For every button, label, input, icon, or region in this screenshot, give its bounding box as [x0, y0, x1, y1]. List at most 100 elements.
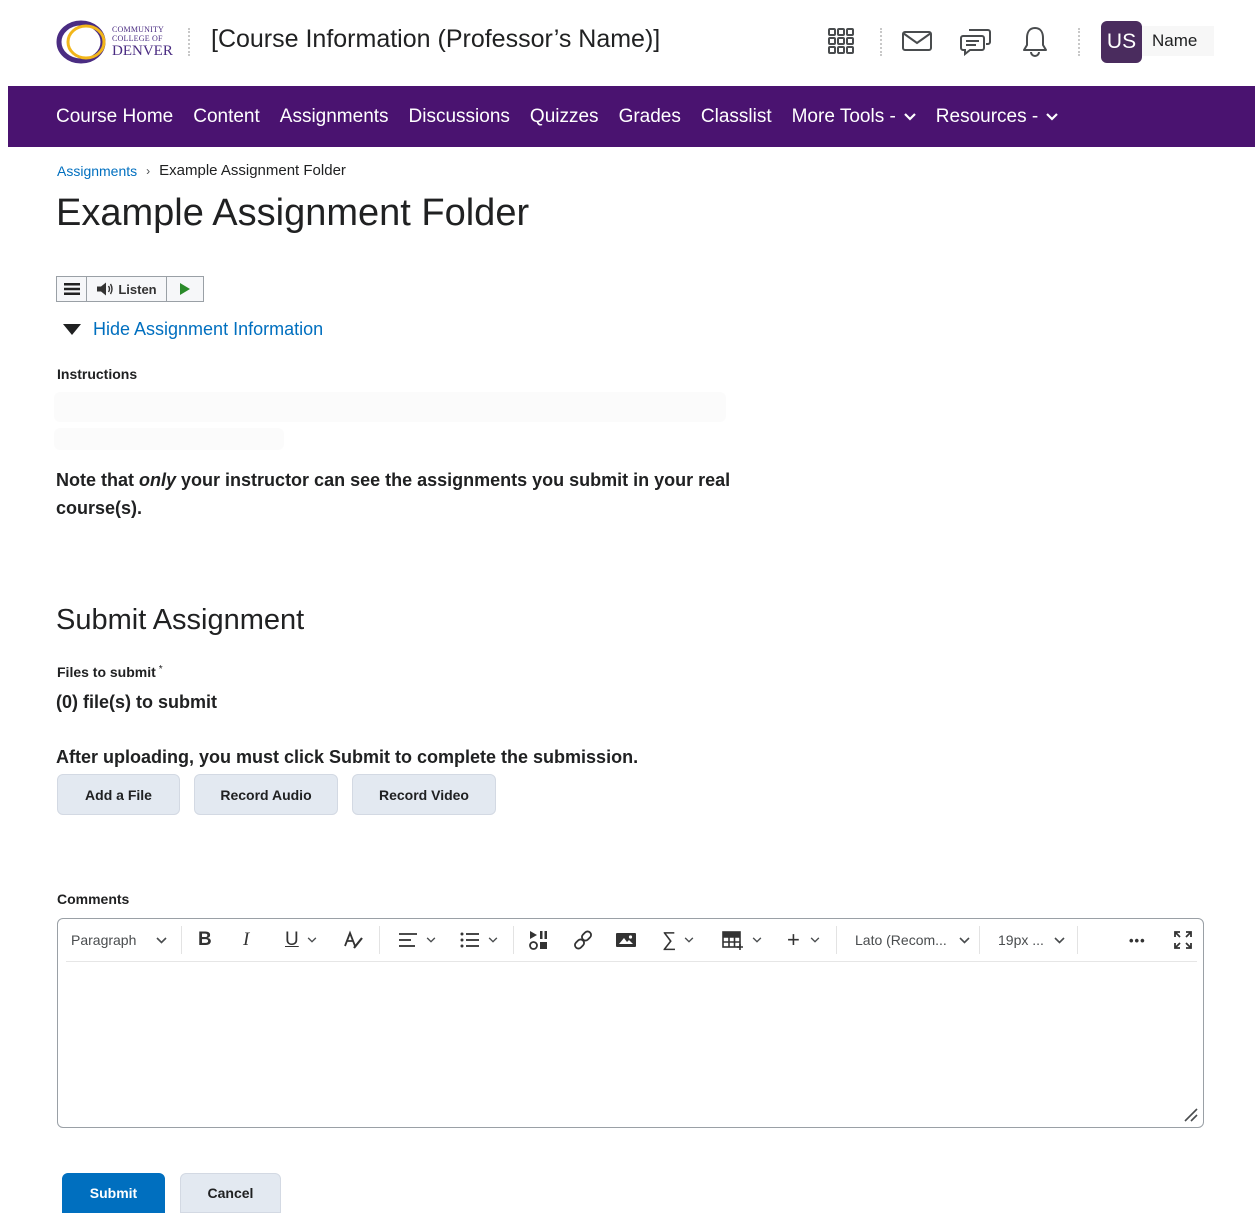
- hide-assignment-info-toggle[interactable]: Hide Assignment Information: [63, 319, 323, 340]
- nav-label: Assignments: [279, 105, 389, 127]
- underline-dropdown[interactable]: U: [285, 927, 317, 953]
- insert-dropdown[interactable]: +: [787, 927, 820, 953]
- italic-icon[interactable]: I: [243, 927, 249, 953]
- cancel-button[interactable]: Cancel: [180, 1173, 281, 1213]
- font-size-label: 19px ...: [998, 932, 1044, 948]
- chevron-down-icon: [1046, 112, 1058, 121]
- nav-resources[interactable]: Resources -: [936, 106, 1058, 128]
- chat-icon[interactable]: [959, 24, 993, 58]
- logo-line-3: DENVER: [112, 43, 173, 59]
- nav-content[interactable]: Content: [193, 106, 260, 128]
- nav-label: Course Home: [56, 105, 174, 127]
- logo-line-2: COLLEGE OF: [112, 34, 163, 43]
- link-icon[interactable]: [572, 927, 594, 953]
- logo-mark-icon: [56, 20, 106, 64]
- bell-icon[interactable]: [1018, 24, 1052, 58]
- resize-handle-icon[interactable]: [1183, 1107, 1199, 1123]
- required-marker: *: [158, 664, 163, 675]
- breadcrumb-assignments-link[interactable]: Assignments: [57, 163, 137, 179]
- comments-label: Comments: [57, 891, 130, 907]
- chevron-down-icon: [684, 937, 694, 943]
- list-dropdown[interactable]: [460, 927, 498, 953]
- paragraph-label: Paragraph: [71, 932, 137, 948]
- toolbar-separator: [836, 926, 837, 954]
- files-label-text: Files to submit: [57, 664, 156, 680]
- listen-button[interactable]: Listen: [87, 277, 167, 301]
- nav-classlist[interactable]: Classlist: [701, 106, 772, 128]
- header-divider: [1078, 28, 1080, 56]
- align-left-icon: [399, 933, 417, 947]
- chevron-down-icon: [307, 937, 317, 943]
- toggle-label: Hide Assignment Information: [93, 319, 324, 339]
- table-dropdown[interactable]: [722, 927, 762, 953]
- nav-label: Grades: [618, 105, 681, 127]
- files-count: (0) file(s) to submit: [56, 692, 217, 712]
- breadcrumb-separator: ›: [146, 163, 151, 178]
- toolbar-separator: [513, 926, 514, 954]
- note-prefix: Note that: [56, 470, 134, 490]
- nav-label: More Tools -: [791, 105, 896, 127]
- submit-assignment-heading: Submit Assignment: [56, 604, 305, 636]
- font-size-dropdown[interactable]: 19px ...: [998, 927, 1065, 953]
- toolbar-separator: [1077, 926, 1078, 954]
- nav-grades[interactable]: Grades: [619, 106, 681, 128]
- nav-more-tools[interactable]: More Tools -: [792, 106, 916, 128]
- align-dropdown[interactable]: [398, 927, 436, 953]
- nav-quizzes[interactable]: Quizzes: [530, 106, 599, 128]
- nav-discussions[interactable]: Discussions: [409, 106, 510, 128]
- nav-label: Quizzes: [529, 105, 599, 127]
- chevron-down-icon: [959, 936, 970, 944]
- nav-course-home[interactable]: Course Home: [56, 106, 173, 128]
- user-name[interactable]: Name: [1142, 26, 1214, 56]
- header-divider: [188, 28, 190, 56]
- play-button[interactable]: [167, 277, 203, 301]
- chevron-down-icon: [904, 112, 916, 121]
- record-video-button[interactable]: Record Video: [352, 774, 496, 815]
- nav-assignments[interactable]: Assignments: [280, 106, 389, 128]
- table-icon: [722, 931, 743, 950]
- listen-label: Listen: [118, 281, 157, 297]
- insert-stuff-icon[interactable]: [528, 927, 550, 953]
- toolbar-separator: [181, 926, 182, 954]
- nav-label: Classlist: [700, 105, 772, 127]
- note-emphasis: only: [139, 470, 177, 490]
- comments-editor: Paragraph B I U ∑ + Lato (Recom... 19px …: [57, 918, 1204, 1128]
- instructor-note: Note that only your instructor can see t…: [56, 466, 756, 522]
- fullscreen-icon[interactable]: [1173, 927, 1193, 953]
- comments-text-area[interactable]: [58, 962, 1203, 1126]
- add-file-button[interactable]: Add a File: [57, 774, 180, 815]
- image-icon[interactable]: [615, 927, 637, 953]
- course-title[interactable]: [Course Information (Professor’s Name)]: [211, 25, 660, 54]
- underline-icon: U: [285, 929, 299, 950]
- top-header: COMMUNITY COLLEGE OF DENVER [Course Info…: [0, 0, 1255, 86]
- font-family-label: Lato (Recom...: [855, 932, 947, 948]
- files-to-submit-label: Files to submit *: [57, 664, 163, 680]
- instructions-placeholder: [54, 428, 284, 450]
- text-color-icon[interactable]: [343, 927, 365, 953]
- chevron-down-icon: [1054, 936, 1065, 944]
- grid-icon[interactable]: [824, 24, 858, 58]
- header-divider: [880, 28, 882, 56]
- nav-label: Content: [193, 105, 260, 127]
- breadcrumb: Assignments › Example Assignment Folder: [57, 162, 346, 179]
- font-family-dropdown[interactable]: Lato (Recom...: [855, 927, 970, 953]
- paragraph-format-dropdown[interactable]: Paragraph: [71, 927, 167, 953]
- chevron-down-icon: [752, 937, 762, 943]
- avatar[interactable]: US: [1101, 21, 1142, 63]
- college-logo[interactable]: COMMUNITY COLLEGE OF DENVER: [56, 20, 173, 64]
- read-aloud-bar: Listen: [56, 276, 204, 302]
- logo-line-1: COMMUNITY: [112, 25, 165, 34]
- hamburger-menu-icon: [63, 283, 80, 295]
- record-audio-button[interactable]: Record Audio: [194, 774, 338, 815]
- nav-label: Discussions: [408, 105, 510, 127]
- equation-dropdown[interactable]: ∑: [662, 927, 694, 953]
- read-aloud-menu-button[interactable]: [57, 277, 87, 301]
- more-actions-icon[interactable]: •••: [1129, 927, 1146, 953]
- mail-icon[interactable]: [900, 24, 934, 58]
- bold-icon[interactable]: B: [198, 927, 212, 953]
- speaker-icon: [97, 282, 114, 296]
- submit-button[interactable]: Submit: [62, 1173, 165, 1213]
- toolbar-separator: [379, 926, 380, 954]
- breadcrumb-current: Example Assignment Folder: [159, 162, 346, 179]
- bulleted-list-icon: [460, 932, 479, 948]
